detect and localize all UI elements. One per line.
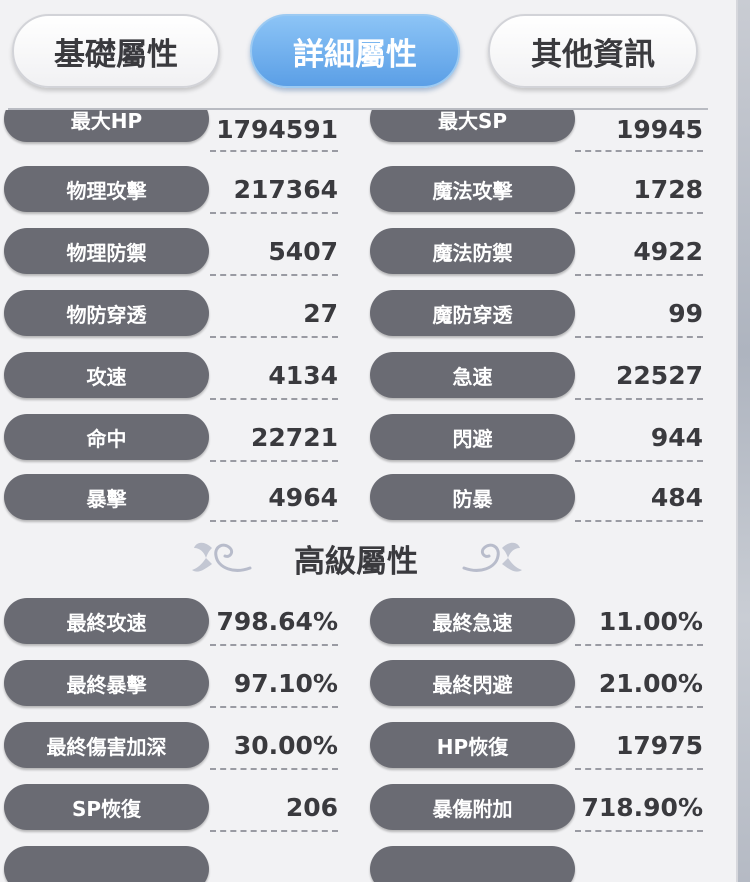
advanced-stat-label: 最終攻速 [4,598,209,644]
stat-value: 1794591 [216,114,338,144]
row-divider [210,706,338,708]
stat-value: 1728 [633,174,703,204]
advanced-stat-label: HP恢復 [370,722,575,768]
row-divider [575,830,703,832]
stat-label: 攻速 [4,352,209,398]
right-flourish-icon [462,542,522,572]
row-divider [575,150,703,152]
stats-panel: 基礎屬性 詳細屬性 其他資訊 最大HP 1794591 物理攻擊 217364 … [0,0,738,882]
row-divider [575,212,703,214]
advanced-stat-label: 暴傷附加 [370,784,575,830]
row-divider [210,336,338,338]
stat-value: 217364 [233,174,338,204]
advanced-stat-label: 最終傷害加深 [4,722,209,768]
row-divider [575,520,703,522]
stat-value: 5407 [268,236,338,266]
advanced-stat-value: 206 [285,792,338,822]
stat-label: 閃避 [370,414,575,460]
stat-value: 4134 [268,360,338,390]
advanced-attributes-title: 高級屬性 [294,543,418,580]
stat-value: 484 [650,482,703,512]
advanced-stat-value: 718.90% [581,792,703,822]
tab-detailed-attributes[interactable]: 詳細屬性 [250,14,460,88]
stat-value: 27 [303,298,338,328]
row-divider [575,460,703,462]
row-divider [575,398,703,400]
stat-label: 物防穿透 [4,290,209,336]
row-divider [575,706,703,708]
stat-value: 4922 [633,236,703,266]
stat-label: 物理攻擊 [4,166,209,212]
stat-label: 魔法攻擊 [370,166,575,212]
advanced-stat-value: 97.10% [233,668,338,698]
row-divider [210,274,338,276]
advanced-stat-value: 30.00% [233,730,338,760]
row-divider [210,212,338,214]
stat-label: 魔法防禦 [370,228,575,274]
advanced-stat-label: SP恢復 [4,784,209,830]
tab-other-info[interactable]: 其他資訊 [488,14,698,88]
row-divider [575,644,703,646]
row-divider [575,336,703,338]
row-divider [575,274,703,276]
advanced-stat-value: 21.00% [598,668,703,698]
stat-value: 22527 [616,360,703,390]
row-divider [210,768,338,770]
stat-value: 944 [650,422,703,452]
row-divider [210,520,338,522]
advanced-stat-label: 最終閃避 [370,660,575,706]
advanced-stat-label: 最終暴擊 [4,660,209,706]
row-divider [210,644,338,646]
advanced-stat-value: 798.64% [216,606,338,636]
stat-label: 最大HP [4,110,209,142]
tab-basic-attributes[interactable]: 基礎屬性 [12,14,220,88]
stat-label: 防暴 [370,474,575,520]
stat-value: 22721 [251,422,338,452]
stat-value: 99 [668,298,703,328]
row-divider [210,830,338,832]
row-divider [210,398,338,400]
row-divider [575,768,703,770]
stat-label: 最大SP [370,110,575,142]
row-divider [210,460,338,462]
advanced-stat-value: 11.00% [598,606,703,636]
advanced-stat-label-partial [370,846,575,882]
advanced-stat-value: 17975 [616,730,703,760]
stat-label: 暴擊 [4,474,209,520]
row-divider [210,150,338,152]
stat-label: 急速 [370,352,575,398]
stat-label: 命中 [4,414,209,460]
advanced-stat-label-partial [4,846,209,882]
stats-scroll-area[interactable]: 最大HP 1794591 物理攻擊 217364 物理防禦 5407 物防穿透 … [0,110,736,882]
stat-value: 19945 [616,114,703,144]
stat-value: 4964 [268,482,338,512]
stat-label: 物理防禦 [4,228,209,274]
advanced-stat-label: 最終急速 [370,598,575,644]
stat-label: 魔防穿透 [370,290,575,336]
